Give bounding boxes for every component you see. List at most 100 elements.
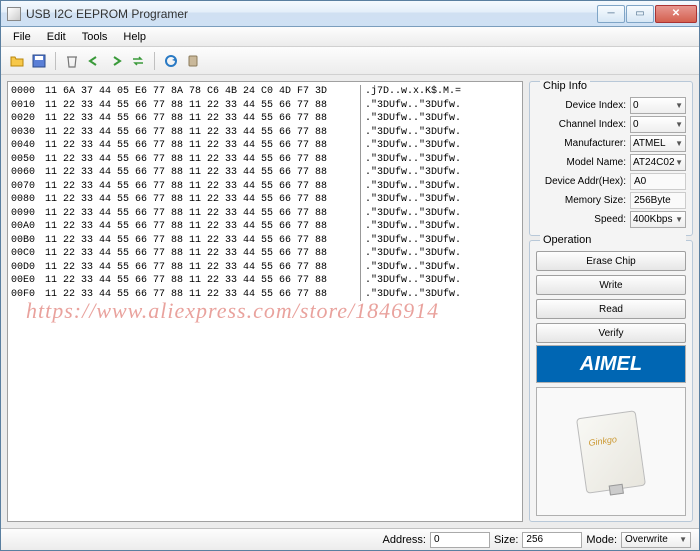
memory-size-field: 256Byte <box>630 192 686 209</box>
redo-icon[interactable] <box>106 51 126 71</box>
hex-offset: 0020 <box>11 112 45 126</box>
hex-row[interactable]: 00B011 22 33 44 55 66 77 88 11 22 33 44 … <box>11 234 522 248</box>
toolbar-separator <box>55 52 56 70</box>
read-button[interactable]: Read <box>536 299 686 319</box>
label-device-addr: Device Addr(Hex): <box>536 176 630 187</box>
statusbar: Address: 0 Size: 256 Mode: Overwrite▼ <box>1 528 699 550</box>
channel-index-combo[interactable]: 0▼ <box>630 116 686 133</box>
window-title: USB I2C EEPROM Programer <box>26 7 596 21</box>
hex-row[interactable]: 008011 22 33 44 55 66 77 88 11 22 33 44 … <box>11 193 522 207</box>
hex-row[interactable]: 00A011 22 33 44 55 66 77 88 11 22 33 44 … <box>11 220 522 234</box>
menu-tools[interactable]: Tools <box>74 29 116 45</box>
menu-file[interactable]: File <box>5 29 39 45</box>
hex-ascii: ."3DUfw.."3DUfw. <box>360 180 522 194</box>
device-index-combo[interactable]: 0▼ <box>630 97 686 114</box>
hex-offset: 0000 <box>11 85 45 99</box>
hex-row[interactable]: 00C011 22 33 44 55 66 77 88 11 22 33 44 … <box>11 247 522 261</box>
hex-row[interactable]: 009011 22 33 44 55 66 77 88 11 22 33 44 … <box>11 207 522 221</box>
label-model-name: Model Name: <box>536 157 630 168</box>
hex-bytes[interactable]: 11 22 33 44 55 66 77 88 11 22 33 44 55 6… <box>45 288 360 302</box>
hex-row[interactable]: 00E011 22 33 44 55 66 77 88 11 22 33 44 … <box>11 274 522 288</box>
hex-row[interactable]: 004011 22 33 44 55 66 77 88 11 22 33 44 … <box>11 139 522 153</box>
open-icon[interactable] <box>7 51 27 71</box>
hex-bytes[interactable]: 11 22 33 44 55 66 77 88 11 22 33 44 55 6… <box>45 99 360 113</box>
hex-row[interactable]: 007011 22 33 44 55 66 77 88 11 22 33 44 … <box>11 180 522 194</box>
hex-ascii: ."3DUfw.."3DUfw. <box>360 234 522 248</box>
menu-edit[interactable]: Edit <box>39 29 74 45</box>
status-address-field[interactable]: 0 <box>430 532 490 548</box>
hex-bytes[interactable]: 11 22 33 44 55 66 77 88 11 22 33 44 55 6… <box>45 274 360 288</box>
hex-bytes[interactable]: 11 22 33 44 55 66 77 88 11 22 33 44 55 6… <box>45 126 360 140</box>
hex-bytes[interactable]: 11 22 33 44 55 66 77 88 11 22 33 44 55 6… <box>45 166 360 180</box>
hex-editor[interactable]: 000011 6A 37 44 05 E6 77 8A 78 C6 4B 24 … <box>7 81 523 522</box>
menubar: File Edit Tools Help <box>1 27 699 47</box>
label-channel-index: Channel Index: <box>536 119 630 130</box>
app-icon <box>7 7 21 21</box>
hex-row[interactable]: 001011 22 33 44 55 66 77 88 11 22 33 44 … <box>11 99 522 113</box>
hex-row[interactable]: 002011 22 33 44 55 66 77 88 11 22 33 44 … <box>11 112 522 126</box>
status-size-label: Size: <box>494 534 518 546</box>
hex-row[interactable]: 005011 22 33 44 55 66 77 88 11 22 33 44 … <box>11 153 522 167</box>
toolbar <box>1 47 699 75</box>
label-device-index: Device Index: <box>536 100 630 111</box>
verify-button[interactable]: Verify <box>536 323 686 343</box>
hex-bytes[interactable]: 11 22 33 44 55 66 77 88 11 22 33 44 55 6… <box>45 112 360 126</box>
hex-row[interactable]: 006011 22 33 44 55 66 77 88 11 22 33 44 … <box>11 166 522 180</box>
main-area: 000011 6A 37 44 05 E6 77 8A 78 C6 4B 24 … <box>1 75 699 528</box>
chip-info-title: Chip Info <box>540 80 590 92</box>
hex-ascii: ."3DUfw.."3DUfw. <box>360 99 522 113</box>
hex-offset: 00E0 <box>11 274 45 288</box>
hex-bytes[interactable]: 11 22 33 44 55 66 77 88 11 22 33 44 55 6… <box>45 234 360 248</box>
hex-offset: 0070 <box>11 180 45 194</box>
hex-bytes[interactable]: 11 22 33 44 55 66 77 88 11 22 33 44 55 6… <box>45 193 360 207</box>
hex-ascii: ."3DUfw.."3DUfw. <box>360 247 522 261</box>
undo-icon[interactable] <box>84 51 104 71</box>
close-button[interactable]: ✕ <box>655 5 697 23</box>
refresh-icon[interactable] <box>161 51 181 71</box>
hex-offset: 00B0 <box>11 234 45 248</box>
hex-row[interactable]: 003011 22 33 44 55 66 77 88 11 22 33 44 … <box>11 126 522 140</box>
hex-row[interactable]: 000011 6A 37 44 05 E6 77 8A 78 C6 4B 24 … <box>11 85 522 99</box>
model-name-combo[interactable]: AT24C02▼ <box>630 154 686 171</box>
hex-offset: 0010 <box>11 99 45 113</box>
hex-ascii: ."3DUfw.."3DUfw. <box>360 112 522 126</box>
hex-offset: 0060 <box>11 166 45 180</box>
hex-bytes[interactable]: 11 22 33 44 55 66 77 88 11 22 33 44 55 6… <box>45 139 360 153</box>
manufacturer-combo[interactable]: ATMEL▼ <box>630 135 686 152</box>
hex-bytes[interactable]: 11 22 33 44 55 66 77 88 11 22 33 44 55 6… <box>45 180 360 194</box>
hex-bytes[interactable]: 11 22 33 44 55 66 77 88 11 22 33 44 55 6… <box>45 207 360 221</box>
hex-bytes[interactable]: 11 22 33 44 55 66 77 88 11 22 33 44 55 6… <box>45 220 360 234</box>
hex-offset: 00A0 <box>11 220 45 234</box>
write-button[interactable]: Write <box>536 275 686 295</box>
menu-help[interactable]: Help <box>115 29 154 45</box>
erase-chip-button[interactable]: Erase Chip <box>536 251 686 271</box>
save-icon[interactable] <box>29 51 49 71</box>
device-image <box>536 387 686 516</box>
toolbar-separator <box>154 52 155 70</box>
status-mode-label: Mode: <box>586 534 617 546</box>
status-mode-combo[interactable]: Overwrite▼ <box>621 532 691 548</box>
hex-bytes[interactable]: 11 22 33 44 55 66 77 88 11 22 33 44 55 6… <box>45 261 360 275</box>
speed-combo[interactable]: 400Kbps▼ <box>630 211 686 228</box>
hex-offset: 0050 <box>11 153 45 167</box>
swap-icon[interactable] <box>128 51 148 71</box>
maximize-button[interactable]: ▭ <box>626 5 654 23</box>
chip-icon[interactable] <box>183 51 203 71</box>
device-addr-field[interactable]: A0 <box>630 173 686 190</box>
hex-bytes[interactable]: 11 22 33 44 55 66 77 88 11 22 33 44 55 6… <box>45 247 360 261</box>
hex-bytes[interactable]: 11 22 33 44 55 66 77 88 11 22 33 44 55 6… <box>45 153 360 167</box>
chip-info-group: Chip Info Device Index:0▼ Channel Index:… <box>529 81 693 236</box>
trash-icon[interactable] <box>62 51 82 71</box>
hex-ascii: ."3DUfw.."3DUfw. <box>360 261 522 275</box>
hex-bytes[interactable]: 11 6A 37 44 05 E6 77 8A 78 C6 4B 24 C0 4… <box>45 85 360 99</box>
hex-offset: 0080 <box>11 193 45 207</box>
status-size-field[interactable]: 256 <box>522 532 582 548</box>
hex-ascii: ."3DUfw.."3DUfw. <box>360 220 522 234</box>
operation-title: Operation <box>540 234 686 246</box>
status-address-label: Address: <box>383 534 426 546</box>
titlebar: USB I2C EEPROM Programer ─ ▭ ✕ <box>1 1 699 27</box>
minimize-button[interactable]: ─ <box>597 5 625 23</box>
hex-row[interactable]: 00D011 22 33 44 55 66 77 88 11 22 33 44 … <box>11 261 522 275</box>
hex-row[interactable]: 00F011 22 33 44 55 66 77 88 11 22 33 44 … <box>11 288 522 302</box>
hex-ascii: ."3DUfw.."3DUfw. <box>360 139 522 153</box>
